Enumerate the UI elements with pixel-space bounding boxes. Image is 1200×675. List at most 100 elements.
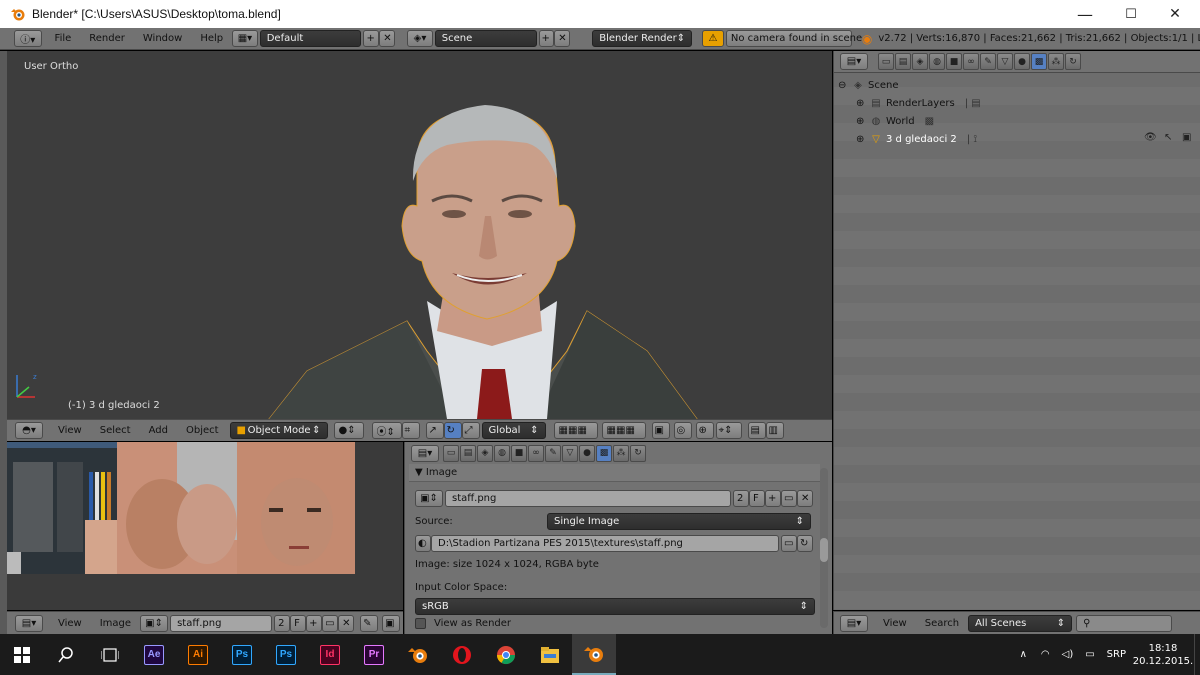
properties-scrollbar[interactable] <box>820 468 828 628</box>
outliner-menu-view[interactable]: View <box>874 618 916 629</box>
menu-file[interactable]: File <box>46 33 81 44</box>
expand-icon[interactable]: ⊕ <box>856 134 868 145</box>
taskbar-app-ae[interactable]: Ae <box>132 634 176 675</box>
renderable-camera-icon[interactable]: ▣ <box>1182 132 1191 143</box>
particles-tab-icon[interactable]: ⁂ <box>613 444 629 462</box>
taskbar-app-ps[interactable]: Ps <box>220 634 264 675</box>
taskbar-app-id[interactable]: Id <box>308 634 352 675</box>
view-as-render-checkbox[interactable] <box>415 618 426 629</box>
layout-field[interactable]: Default <box>259 30 362 47</box>
taskbar-app-chrome[interactable] <box>484 634 528 675</box>
outliner-layers-icon[interactable]: ▤ <box>895 53 911 70</box>
image-menu-image[interactable]: Image <box>91 618 140 629</box>
editor-type-button[interactable]: ⓘ▾ <box>14 30 42 47</box>
render-layers-tab-icon[interactable]: ▤ <box>460 444 476 462</box>
props-fake-user-button[interactable]: F <box>749 490 765 507</box>
remove-scene-icon[interactable]: ✕ <box>554 30 571 47</box>
pin-icon[interactable]: ✎ <box>360 614 379 632</box>
outliner-constraint-icon[interactable]: ∞ <box>963 53 979 70</box>
taskbar-app-pr[interactable]: Pr <box>352 634 396 675</box>
remove-layout-icon[interactable]: ✕ <box>379 30 396 47</box>
outliner-texture-icon[interactable]: ▩ <box>1031 53 1047 70</box>
props-image-users[interactable]: 2 <box>733 490 749 507</box>
search-button[interactable] <box>44 634 88 675</box>
display-mode-select[interactable]: All Scenes ⇕ <box>968 614 1073 632</box>
orientation-select[interactable]: Global ⇕ <box>481 422 546 439</box>
outliner-object-icon[interactable]: ■ <box>946 53 962 70</box>
outliner-physics-icon[interactable]: ↻ <box>1065 53 1081 70</box>
wifi-icon[interactable]: ◠ <box>1041 649 1050 660</box>
render-tab-icon[interactable]: ▭ <box>443 444 459 462</box>
expand-icon[interactable]: ⊖ <box>838 80 850 91</box>
props-unlink-icon[interactable]: ✕ <box>797 490 813 507</box>
layers-grid-2[interactable]: ▦▦▦ <box>601 422 646 439</box>
language-indicator[interactable]: SRP <box>1107 649 1126 660</box>
fake-user-button[interactable]: F <box>290 614 307 632</box>
outliner-modifier-icon[interactable]: ✎ <box>980 53 996 70</box>
scene-tab-icon[interactable]: ◈ <box>477 444 493 462</box>
menu-window[interactable]: Window <box>134 33 191 44</box>
taskbar-app-blender-active[interactable] <box>572 634 616 675</box>
add-scene-icon[interactable]: + <box>538 30 555 47</box>
outliner-item-renderlayers[interactable]: ⊕ ▤ RenderLayers | ▤ <box>856 94 981 112</box>
outliner-material-icon[interactable]: ● <box>1014 53 1030 70</box>
outliner-search-input[interactable]: ⚲ <box>1076 614 1173 632</box>
texture-tab-icon[interactable]: ▩ <box>596 444 612 462</box>
props-new-image-icon[interactable]: + <box>765 490 781 507</box>
constraints-tab-icon[interactable]: ∞ <box>528 444 544 462</box>
rotate-icon[interactable]: ↻ <box>443 422 462 439</box>
expand-icon[interactable]: ⊕ <box>856 116 868 127</box>
maximize-button[interactable]: ☐ <box>1108 0 1154 28</box>
outliner-data-icon[interactable]: ▽ <box>997 53 1013 70</box>
clock[interactable]: 18:18 20.12.2015. <box>1132 642 1194 668</box>
world-tab-icon[interactable]: ◍ <box>494 444 510 462</box>
outliner-item-scene[interactable]: ⊖ ◈ Scene <box>838 76 899 94</box>
image-channel-icon[interactable]: ▣ <box>382 614 401 632</box>
add-layout-icon[interactable]: + <box>363 30 380 47</box>
file-browse-icon[interactable]: ▭ <box>781 535 797 552</box>
minimize-button[interactable]: — <box>1062 0 1108 28</box>
image-browse-icon[interactable]: ▣⇕ <box>140 614 169 632</box>
menu-view[interactable]: View <box>49 425 91 436</box>
image-name-field[interactable]: staff.png <box>170 614 273 632</box>
unlink-image-icon[interactable]: ✕ <box>338 614 355 632</box>
manipulator-toggle-icon[interactable]: ⌗ <box>401 422 420 439</box>
props-image-name-field[interactable]: staff.png <box>445 490 731 507</box>
notifications-icon[interactable]: ▭ <box>1085 649 1094 660</box>
outliner-item-object[interactable]: ⊕ ▽ 3 d gledaoci 2 | ⟟ <box>856 130 977 148</box>
scene-field[interactable]: Scene <box>434 30 537 47</box>
new-image-icon[interactable]: + <box>306 614 323 632</box>
taskbar-app-ps-2[interactable]: Ps <box>264 634 308 675</box>
taskbar-app-explorer[interactable] <box>528 634 572 675</box>
close-button[interactable]: ✕ <box>1152 0 1198 28</box>
open-image-icon[interactable]: ▭ <box>322 614 339 632</box>
snap-icon[interactable]: ⊕ <box>695 422 714 439</box>
image-menu-view[interactable]: View <box>49 618 91 629</box>
menu-add[interactable]: Add <box>140 425 177 436</box>
scene-icon[interactable]: ◈▾ <box>407 30 433 47</box>
pivot-point-icon[interactable]: ⦿⇕ <box>371 422 402 439</box>
show-hidden-icons-icon[interactable]: ∧ <box>1020 649 1027 660</box>
outliner-footer-type-icon[interactable]: ▤▾ <box>840 614 868 632</box>
outliner-scrollbar[interactable] <box>1192 77 1198 597</box>
outliner-world-icon[interactable]: ◍ <box>929 53 945 70</box>
outliner-scene-icon[interactable]: ◈ <box>912 53 928 70</box>
character-model[interactable] <box>7 51 832 419</box>
proportional-edit-icon[interactable]: ◎ <box>673 422 692 439</box>
volume-icon[interactable]: ◁) <box>1062 649 1074 660</box>
translate-icon[interactable]: ↗ <box>425 422 444 439</box>
show-desktop-button[interactable] <box>1194 634 1200 675</box>
visibility-eye-icon[interactable]: 👁 <box>1144 132 1157 143</box>
3d-viewport[interactable]: User Ortho z (-1) 3 d gledaoci 2 <box>7 51 832 419</box>
menu-object[interactable]: Object <box>177 425 228 436</box>
data-tab-icon[interactable]: ▽ <box>562 444 578 462</box>
snap-element-icon[interactable]: ⌖⇕ <box>715 422 742 439</box>
filepath-field[interactable]: D:\Stadion Partizana PES 2015\textures\s… <box>431 535 779 552</box>
modifiers-tab-icon[interactable]: ✎ <box>545 444 561 462</box>
props-editor-type-icon[interactable]: ▤▾ <box>411 444 439 462</box>
object-tab-icon[interactable]: ■ <box>511 444 527 462</box>
taskbar-app-blender[interactable] <box>396 634 440 675</box>
menu-select[interactable]: Select <box>91 425 140 436</box>
3d-editor-type-icon[interactable]: ◓▾ <box>15 422 43 439</box>
outliner-item-world[interactable]: ⊕ ◍ World ▩ <box>856 112 934 130</box>
